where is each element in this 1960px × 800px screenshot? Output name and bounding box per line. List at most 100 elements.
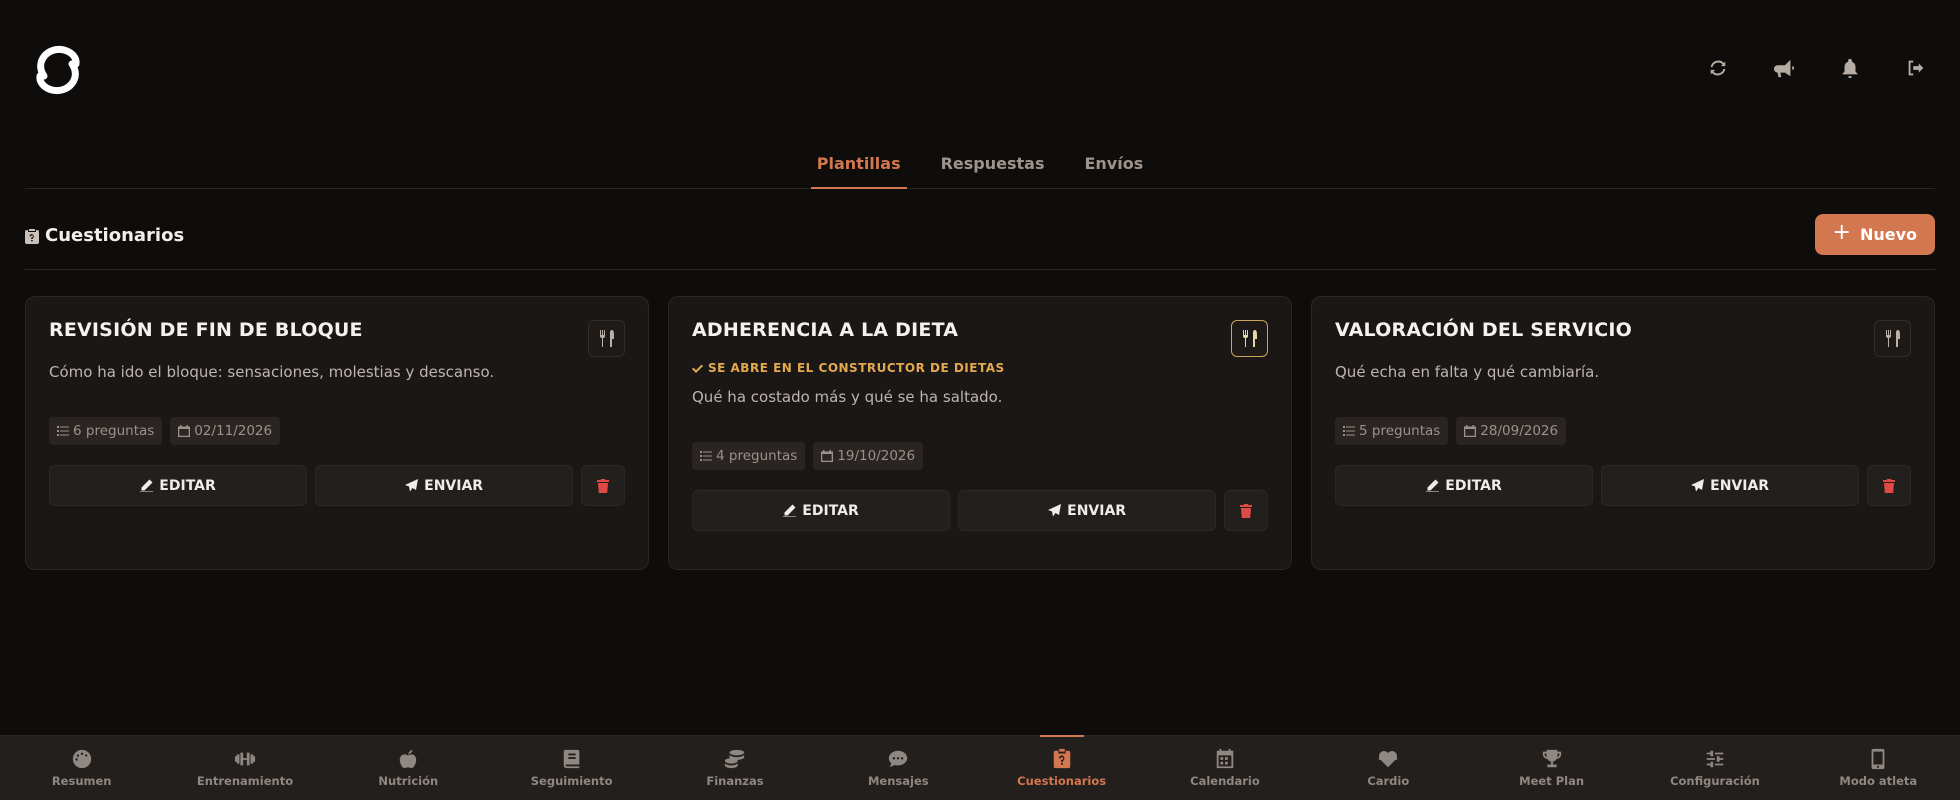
send-button[interactable]: ENVIAR [958,490,1217,531]
calendar-icon [1464,425,1477,437]
bottom-nav: Resumen Entrenamiento Nutrición Seguimie… [0,735,1960,800]
nav-meet-plan[interactable]: Meet Plan [1470,736,1633,800]
gauge-icon [72,749,91,769]
nav-label: Meet Plan [1519,774,1585,788]
question-count-chip: 4 preguntas [692,442,806,470]
card-date: 02/11/2026 [194,423,273,439]
send-label: ENVIAR [1710,477,1770,494]
apple-icon [400,749,417,769]
card-date: 19/10/2026 [837,448,916,464]
new-button-label: Nuevo [1859,225,1917,244]
paper-plane-icon [1691,479,1705,492]
questionnaire-card: VALORACIÓN DEL SERVICIO Qué echa en falt… [1311,296,1935,570]
nav-label: Cardio [1367,774,1410,788]
nav-label: Resumen [51,774,112,788]
top-actions [1704,54,1930,82]
card-meta: 6 preguntas 02/11/2026 [49,417,625,445]
nav-label: Cuestionarios [1017,774,1107,788]
trophy-icon [1542,749,1561,768]
trash-icon [1240,503,1253,518]
card-date: 28/09/2026 [1480,423,1559,439]
list-icon [57,426,69,436]
coins-icon [724,749,745,769]
questionnaire-card: ADHERENCIA A LA DIETA SE ABRE EN EL CONS… [668,296,1292,570]
nav-calendario[interactable]: Calendario [1143,736,1306,800]
paper-plane-icon [405,479,419,492]
send-button[interactable]: ENVIAR [315,465,574,506]
chat-icon [889,750,908,768]
top-bar [0,0,1960,140]
paper-plane-icon [1048,504,1062,517]
nav-entrenamiento[interactable]: Entrenamiento [163,736,326,800]
tab-plantillas[interactable]: Plantillas [810,140,907,189]
send-label: ENVIAR [1067,502,1127,519]
nav-label: Mensajes [867,774,929,788]
date-chip: 02/11/2026 [170,417,281,445]
questionnaire-card: REVISIÓN DE FIN DE BLOQUE Cómo ha ido el… [25,296,649,570]
questionnaire-list: REVISIÓN DE FIN DE BLOQUE Cómo ha ido el… [25,296,1935,570]
edit-button[interactable]: EDITAR [49,465,308,506]
nav-label: Modo atleta [1839,774,1918,788]
edit-label: EDITAR [1445,477,1502,494]
brand-logo[interactable] [30,40,86,100]
delete-button[interactable] [581,465,625,506]
section-header: Cuestionarios + Nuevo [25,212,1935,270]
tab-envios[interactable]: Envíos [1078,140,1149,188]
calendar-icon [1216,748,1234,769]
question-count-chip: 6 preguntas [49,417,163,445]
pencil-icon [140,479,154,492]
book-icon [563,749,579,769]
megaphone-icon[interactable] [1770,54,1798,82]
pencil-icon [783,504,797,517]
sync-icon[interactable] [1704,54,1732,82]
nav-label: Calendario [1190,774,1260,788]
plus-icon: + [1832,220,1851,245]
tab-respuestas[interactable]: Respuestas [935,140,1051,188]
card-actions: EDITAR ENVIAR [1335,465,1911,506]
nav-finanzas[interactable]: Finanzas [653,736,816,800]
utensils-icon[interactable] [1874,320,1911,357]
new-questionnaire-button[interactable]: + Nuevo [1814,214,1935,255]
send-label: ENVIAR [424,477,484,494]
list-icon [1343,426,1355,436]
edit-button[interactable]: EDITAR [1335,465,1594,506]
nav-nutricion[interactable]: Nutrición [327,736,490,800]
card-description: Cómo ha ido el bloque: sensaciones, mole… [49,363,495,381]
sliders-icon [1706,750,1724,768]
date-chip: 28/09/2026 [1456,417,1567,445]
calendar-icon [821,450,834,462]
page-title: Cuestionarios [25,225,184,246]
card-meta: 4 preguntas 19/10/2026 [692,442,1268,470]
question-count: 6 preguntas [73,423,155,439]
card-title: REVISIÓN DE FIN DE BLOQUE [49,319,363,341]
delete-button[interactable] [1867,465,1911,506]
edit-label: EDITAR [802,502,859,519]
badge-text: SE ABRE EN EL CONSTRUCTOR DE DIETAS [708,361,1005,375]
nav-mensajes[interactable]: Mensajes [817,736,980,800]
card-actions: EDITAR ENVIAR [49,465,625,506]
card-title: ADHERENCIA A LA DIETA [692,319,959,341]
send-button[interactable]: ENVIAR [1601,465,1860,506]
nav-cardio[interactable]: Cardio [1307,736,1470,800]
utensils-icon[interactable] [588,320,625,357]
calendar-icon [178,425,191,437]
card-meta: 5 preguntas 28/09/2026 [1335,417,1911,445]
utensils-icon[interactable] [1231,320,1268,357]
delete-button[interactable] [1224,490,1268,531]
nav-cuestionarios[interactable]: Cuestionarios [980,735,1143,800]
bell-icon[interactable] [1836,54,1864,82]
edit-button[interactable]: EDITAR [692,490,951,531]
nav-configuracion[interactable]: Configuración [1633,736,1796,800]
card-description: Qué ha costado más y qué se ha saltado. [692,388,1003,406]
logout-icon[interactable] [1902,54,1930,82]
question-count: 5 preguntas [1359,423,1441,439]
tab-bar: Plantillas Respuestas Envíos [25,140,1935,189]
nav-seguimiento[interactable]: Seguimiento [490,736,653,800]
nav-modo-atleta[interactable]: Modo atleta [1797,736,1960,800]
heartbeat-icon [1379,751,1398,768]
card-actions: EDITAR ENVIAR [692,490,1268,531]
nav-label: Finanzas [706,774,764,788]
nav-resumen[interactable]: Resumen [0,736,163,800]
clipboard-question-icon [25,228,39,244]
diet-builder-badge: SE ABRE EN EL CONSTRUCTOR DE DIETAS [692,361,1268,375]
